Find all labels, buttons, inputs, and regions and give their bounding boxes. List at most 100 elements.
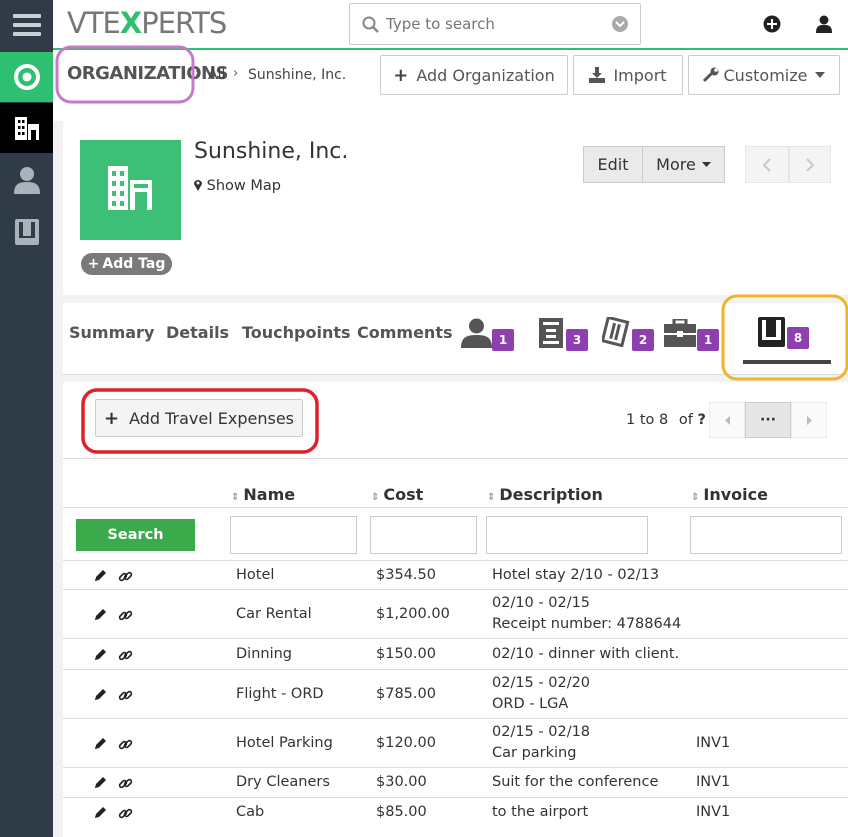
link-icon[interactable] [118,806,133,821]
table-row[interactable]: Flight - ORD $785.00 02/15 - 02/20 ORD - LG… [63,669,848,718]
filter-name-input[interactable] [230,516,357,554]
link-icon[interactable] [118,569,133,584]
sidebar-item-documents[interactable] [0,207,53,257]
edit-button[interactable]: Edit [583,146,643,183]
menu-button[interactable] [0,0,53,50]
sidebar-item-home[interactable] [0,52,53,102]
cell-invoice: INV1 [696,804,731,820]
table-row[interactable]: Hotel $354.50 Hotel stay 2/10 - 02/13 [63,560,848,589]
show-map-link[interactable]: Show Map [194,178,281,194]
cell-description: 02/15 - 02/20 [492,674,591,691]
filter-description-input[interactable] [486,516,648,554]
edit-pencil-icon[interactable] [94,569,107,582]
add-icon[interactable] [763,15,781,33]
tab-invoices[interactable]: 3 [537,317,593,351]
column-cost-label: Cost [383,485,424,504]
user-icon [13,167,40,194]
cell-cost: $30.00 [376,774,427,790]
filter-invoice-input[interactable] [690,516,842,554]
caret-down-icon [701,162,711,167]
cell-cost: $85.00 [376,804,427,820]
table-row[interactable]: Dry Cleaners $30.00 Suit for the conferenc… [63,767,848,797]
table-row[interactable]: Hotel Parking $120.00 02/15 - 02/18 Car par… [63,718,848,767]
edit-pencil-icon[interactable] [94,688,107,701]
wrench-icon [702,67,718,83]
tab-touchpoints[interactable]: Touchpoints [242,323,351,342]
table-row[interactable]: Cab $85.00 to the airport INV1 [63,797,848,827]
edit-pencil-icon[interactable] [94,608,107,621]
tab-tickets[interactable]: 2 [602,317,658,351]
link-icon[interactable] [118,688,133,703]
table-row[interactable]: Car Rental $1,200.00 02/10 - 02/15 Receipt … [63,589,848,638]
add-organization-button[interactable]: + Add Organization [380,55,568,95]
sort-icon: ⇕ [487,492,496,503]
link-icon[interactable] [118,608,133,623]
cell-description: Hotel stay 2/10 - 02/13 [492,566,660,583]
caret-down-icon [815,72,826,78]
link-icon[interactable] [118,737,133,752]
tab-comments[interactable]: Comments [357,323,453,342]
plus-icon: + [87,256,100,272]
cell-name: Car Rental [236,605,312,622]
pager-more-button[interactable]: ··· [745,402,791,438]
record-name: Sunshine, Inc. [194,139,349,164]
tab-details[interactable]: Details [166,323,229,342]
tab-badge: 1 [492,329,514,351]
search-input[interactable] [386,13,606,35]
chevron-right-icon: › [233,66,239,81]
edit-pencil-icon[interactable] [94,806,107,819]
column-invoice-label: Invoice [703,485,768,504]
download-icon [589,67,606,83]
more-button[interactable]: More [643,146,725,183]
tab-badge: 1 [697,329,719,351]
building-icon [108,166,152,210]
cell-cost: $354.50 [376,566,436,583]
hamburger-icon [12,14,41,36]
edit-pencil-icon[interactable] [94,776,107,789]
column-header-description[interactable]: ⇕ Description [487,485,603,504]
customize-button[interactable]: Customize [688,55,840,95]
cell-name: Hotel Parking [236,734,333,751]
customize-label: Customize [723,65,808,85]
breadcrumb-all[interactable]: All [208,67,225,83]
profile-icon[interactable] [816,15,832,33]
cell-description-line2: Car parking [492,744,577,761]
link-icon[interactable] [118,648,133,663]
filter-cost-input[interactable] [370,516,477,554]
tab-badge: 2 [632,329,654,351]
pager-next-button[interactable] [791,402,827,438]
prev-record-button[interactable] [745,146,789,183]
sidebar-item-organizations[interactable] [0,103,53,153]
add-button-highlight [81,388,319,454]
cell-name: Dinning [236,645,292,662]
column-header-invoice[interactable]: ⇕ Invoice [691,485,768,504]
search-button[interactable]: Search [76,519,195,551]
pager-total[interactable]: ? [697,412,705,428]
column-header-cost[interactable]: ⇕ Cost [371,485,423,504]
import-button[interactable]: Import [573,55,683,95]
module-highlight [55,45,195,104]
tab-contacts[interactable]: 1 [461,317,517,351]
edit-pencil-icon[interactable] [94,648,107,661]
cell-description-line2: Receipt number: 4788644 [492,615,682,632]
edit-pencil-icon[interactable] [94,737,107,750]
top-bar: VTEXPERTS [53,0,848,50]
cell-cost: $785.00 [376,685,436,702]
column-header-name[interactable]: ⇕ Name [231,485,295,504]
link-icon[interactable] [118,776,133,791]
table-row[interactable]: Dinning $150.00 02/10 - dinner with client… [63,638,848,669]
related-list: + Add Travel Expenses 1 to 8 of ? ··· ⇕ Na… [63,382,848,837]
tab-summary[interactable]: Summary [69,323,154,342]
tab-projects[interactable]: 1 [664,317,720,351]
caret-left-icon [724,415,730,425]
sidebar [0,0,53,837]
sidebar-item-contacts[interactable] [0,155,53,205]
chevron-down-icon[interactable] [611,15,629,33]
column-description-label: Description [499,485,603,504]
next-record-button[interactable] [789,146,831,183]
add-tag-button[interactable]: + Add Tag [81,253,172,275]
pager-prev-button[interactable] [709,402,745,438]
cell-name: Hotel [236,566,275,583]
record-image [80,140,181,240]
global-search[interactable] [349,3,641,45]
